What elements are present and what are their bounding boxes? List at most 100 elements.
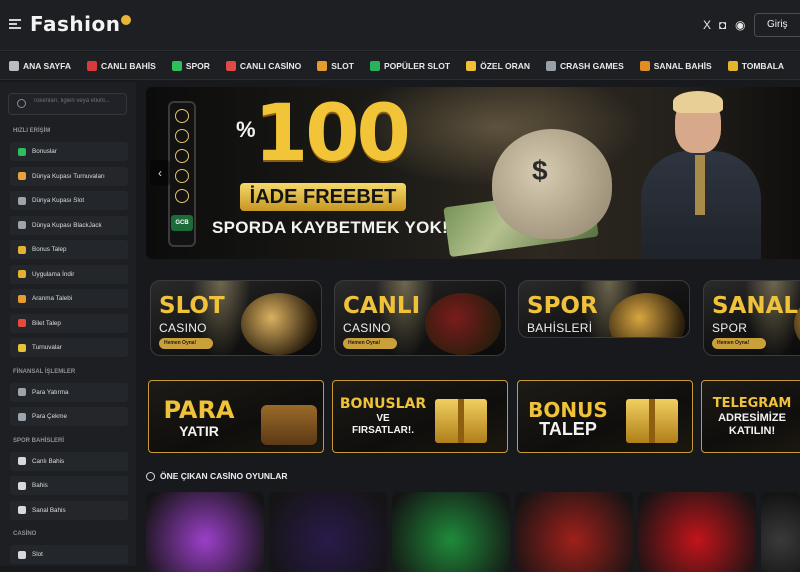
hero-tagline: SPORDA KAYBETMEK YOK! — [212, 218, 449, 237]
nav-item-label: CANLI CASİNO — [239, 60, 302, 71]
sidebar-item-label: Para Çekme — [32, 413, 67, 420]
nav-item-4[interactable]: SLOT — [308, 60, 361, 71]
menu-icon[interactable] — [9, 19, 21, 29]
sidebar-item[interactable]: Para Çekme — [10, 407, 128, 426]
tile-title: BONUSLAR — [339, 396, 427, 412]
sidebar-item[interactable]: Dünya Kupası Turnuvaları — [10, 166, 128, 186]
card-subtitle: CASINO — [343, 321, 391, 335]
special-icon — [466, 60, 477, 71]
gift-icon — [626, 399, 678, 443]
sidebar-item-icon — [18, 221, 26, 229]
hero-banner[interactable]: GCB ‹ % 100 İADE FREEBET SPORDA KAYBETME… — [146, 87, 800, 259]
play-now-button[interactable]: Hemen Oyna! — [712, 338, 766, 349]
cards-icon — [225, 60, 236, 71]
live-icon — [87, 60, 98, 71]
instagram-icon[interactable]: ◘ — [719, 18, 726, 32]
sidebar-item[interactable]: Bonuslar — [10, 142, 128, 161]
sidebar-item[interactable]: Bilet Talep — [10, 313, 128, 333]
search-box[interactable] — [8, 93, 127, 115]
phone-graphic: GCB — [168, 101, 196, 247]
promo-card[interactable]: CANLI CASINO Hemen Oyna! — [334, 280, 506, 356]
home-icon — [9, 60, 19, 71]
sports-icon — [171, 60, 182, 71]
telegram-icon[interactable]: ◉ — [735, 18, 745, 32]
game-thumbnail[interactable] — [638, 492, 756, 572]
nav-item-8[interactable]: SANAL BAHİS — [631, 60, 719, 71]
game-thumbnail[interactable] — [392, 492, 510, 572]
sidebar-item[interactable]: Turnuvalar — [10, 338, 128, 357]
gift-icon — [435, 399, 487, 443]
sidebar-section-title: FİNANSAL İŞLEMLER — [13, 368, 76, 375]
sidebar-item-icon — [18, 388, 26, 396]
promo-tile[interactable]: PARA YATIR — [148, 380, 324, 453]
sidebar-item[interactable]: Uygulama İndir — [10, 264, 128, 284]
play-now-button[interactable]: Hemen Oyna! — [343, 338, 397, 349]
nav-item-5[interactable]: POPÜLER SLOT — [361, 60, 457, 71]
sidebar-item-label: Bonus Talep — [32, 246, 67, 253]
virtual-icon — [639, 60, 650, 71]
nav-item-label: CANLI BAHİS — [101, 60, 156, 71]
tile-subtitle: TALEP — [539, 419, 597, 439]
card-art — [241, 293, 317, 355]
nav-item-6[interactable]: ÖZEL ORAN — [457, 60, 537, 71]
play-now-button[interactable]: Hemen Oyna! — [159, 338, 213, 349]
card-title: SANAL — [712, 293, 799, 319]
gear-icon — [146, 471, 155, 481]
sidebar-item-icon — [18, 412, 26, 421]
hero-subtitle: İADE FREEBET — [240, 183, 406, 211]
sidebar-item-icon — [18, 457, 26, 465]
sidebar-item-label: Bahis — [32, 482, 48, 489]
nav-item-0[interactable]: ANA SAYFA — [0, 60, 78, 71]
game-thumbnail[interactable] — [146, 492, 264, 572]
promo-card[interactable]: SANAL SPOR Hemen Oyna! — [703, 280, 800, 356]
card-subtitle: SPOR — [712, 321, 748, 335]
game-thumbnail[interactable] — [269, 492, 387, 572]
sidebar-item[interactable]: Bonus Talep — [10, 240, 128, 259]
nav-item-3[interactable]: CANLI CASİNO — [217, 60, 308, 71]
game-thumbnail[interactable] — [761, 492, 800, 572]
sidebar-item-label: Turnuvalar — [32, 344, 62, 351]
sidebar-item[interactable]: Bahis — [10, 476, 128, 495]
sidebar-item[interactable]: Canlı Bahis — [10, 451, 128, 471]
sidebar-item[interactable]: Dünya Kupası BlackJack — [10, 215, 128, 235]
sidebar-item-label: Bilet Talep — [32, 319, 61, 327]
nav-item-9[interactable]: TOMBALA — [719, 60, 791, 71]
sidebar-item-label: Bonuslar — [32, 148, 57, 155]
logo[interactable]: Fashion — [30, 12, 132, 36]
promo-card[interactable]: SPOR BAHİSLERİ — [518, 280, 690, 338]
x-icon[interactable]: X — [703, 18, 711, 32]
sidebar-item[interactable]: Slot — [10, 545, 128, 564]
card-art — [425, 293, 501, 355]
sidebar-item-label: Sanal Bahis — [32, 506, 66, 514]
sidebar-item[interactable]: Sanal Bahis — [10, 500, 128, 520]
promo-tile[interactable]: TELEGRAM ADRESİMİZE KATILIN! — [701, 380, 800, 453]
card-title: SPOR — [527, 293, 598, 319]
nav-item-7[interactable]: CRASH GAMES — [537, 60, 631, 71]
nav-item-1[interactable]: CANLI BAHİS — [78, 60, 163, 71]
sidebar-item[interactable]: Aranma Talebi — [10, 289, 128, 308]
promo-tile[interactable]: BONUSLAR VE FIRSATLAR!. — [332, 380, 508, 453]
tile-title: TELEGRAM — [712, 396, 792, 411]
sidebar-item-icon — [18, 172, 26, 180]
promo-tile[interactable]: BONUS TALEP — [517, 380, 693, 453]
promo-card[interactable]: SLOT CASINO Hemen Oyna! — [150, 280, 322, 356]
nav-item-label: ANA SAYFA — [23, 60, 72, 71]
sidebar-section-title: HIZLI ERİŞİM — [13, 128, 51, 134]
sidebar-item-icon — [18, 270, 26, 278]
hero-prev-arrow[interactable]: ‹ — [150, 160, 170, 186]
sidebar-item-icon — [18, 245, 26, 254]
sidebar-item[interactable]: Dünya Kupası Slot — [10, 191, 128, 210]
featured-games-title: ÖNE ÇIKAN CASİNO OYUNLAR — [146, 471, 288, 481]
sidebar-item-label: Dünya Kupası Turnuvaları — [32, 172, 105, 180]
login-button[interactable]: Giriş — [754, 13, 800, 37]
crash-icon — [546, 60, 556, 71]
game-thumbnail[interactable] — [515, 492, 633, 572]
nav-item-label: SPOR — [185, 60, 210, 71]
search-input[interactable] — [33, 98, 123, 104]
nav-item-2[interactable]: SPOR — [163, 60, 217, 71]
sidebar-item[interactable]: Para Yatırma — [10, 382, 128, 402]
nav-item-label: POPÜLER SLOT — [383, 60, 451, 71]
nav-item-10[interactable]: TV GAMES — [791, 61, 800, 71]
tile-subtitle: ADRESİMİZE KATILIN! — [718, 412, 786, 437]
sidebar-section-title: CASİNO — [13, 531, 37, 537]
